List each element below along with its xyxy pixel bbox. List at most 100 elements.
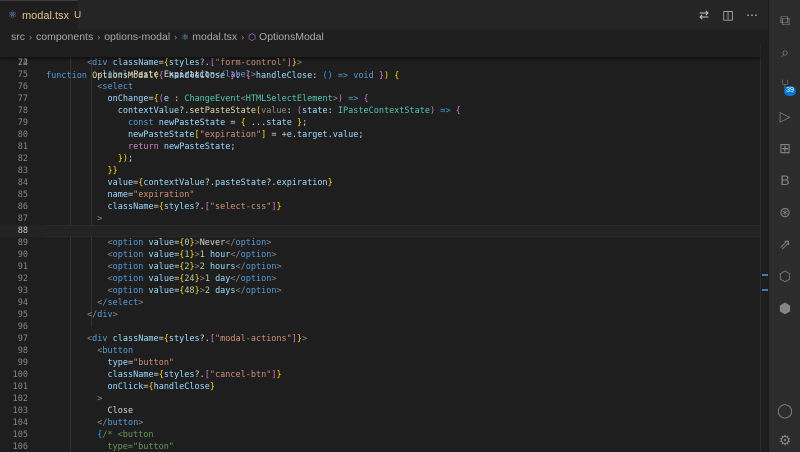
line-number: 105	[12, 430, 28, 440]
code-text: {/* <button	[97, 430, 154, 440]
breadcrumb: src › components › options-modal › ⚛ mod…	[0, 30, 768, 44]
breadcrumb-item-options-modal[interactable]: options-modal	[104, 31, 170, 43]
symbol-function-icon: ⬡	[248, 31, 257, 42]
code-text: onChange={(e : ChangeEvent<HTMLSelectEle…	[107, 94, 369, 104]
code-text: className={styles?.["cancel-btn"]}	[107, 370, 282, 380]
code-text: >	[97, 394, 103, 404]
search-icon[interactable]: ⌕	[769, 38, 800, 66]
editor-area[interactable]: ⚛ modal.tsx U ⇄ ◫ ⋯ src › components › o…	[0, 0, 768, 452]
code-line[interactable]: 92 <option value={24}>1 day</option>	[0, 273, 760, 285]
vertical-scrollbar[interactable]	[760, 44, 768, 452]
breadcrumb-item-symbol[interactable]: OptionsModal	[259, 31, 324, 43]
explorer-icon[interactable]: ⧉	[769, 6, 800, 34]
code-line[interactable]: 102 >	[0, 393, 760, 405]
code-text: contextValue?.setPasteState(value: (stat…	[117, 106, 461, 116]
line-number: 88	[17, 226, 28, 236]
code-line[interactable]: 86 className={styles?.["select-css"]}	[0, 201, 760, 213]
code-line[interactable]: 84 value={contextValue?.pasteState?.expi…	[0, 177, 760, 189]
code-line[interactable]: 99 type="button"	[0, 357, 760, 369]
code-line[interactable]: 104 </button>	[0, 417, 760, 429]
line-number: 86	[17, 202, 28, 212]
compare-changes-icon[interactable]: ⇄	[696, 8, 712, 22]
code-text: return newPasteState;	[128, 142, 236, 152]
code-line[interactable]: 81 return newPasteState;	[0, 141, 760, 153]
code-line[interactable]: 88	[0, 225, 760, 237]
react-tsx-icon: ⚛	[8, 10, 17, 21]
code-text: <button	[97, 346, 134, 356]
code-line[interactable]: 93 <option value={48}>2 days</option>	[0, 285, 760, 297]
code-line[interactable]: 96	[0, 321, 760, 333]
code-text: Close	[107, 406, 134, 416]
code-line[interactable]: 83 }}	[0, 165, 760, 177]
line-number: 91	[17, 262, 28, 272]
tab-label: modal.tsx	[21, 9, 70, 22]
code-text: const newPasteState = { ...state };	[128, 118, 308, 128]
line-number: 92	[17, 274, 28, 284]
code-line[interactable]: 91 <option value={2}>2 hours</option>	[0, 261, 760, 273]
sticky-scroll-header[interactable]: 22 function OptionsModal({ handleClose }…	[0, 44, 760, 81]
code-text: <option value={0}>Never</option>	[107, 238, 272, 248]
extensions-icon[interactable]: ⊞	[769, 134, 800, 162]
line-number: 96	[17, 322, 28, 332]
code-line[interactable]: 82 });	[0, 153, 760, 165]
tab-modal-tsx[interactable]: ⚛ modal.tsx U	[0, 0, 81, 30]
source-control-icon[interactable]: ⑂ 39	[769, 70, 800, 98]
line-number: 104	[12, 418, 28, 428]
code-line[interactable]: 85 name="expiration"	[0, 189, 760, 201]
breadcrumb-item-file[interactable]: modal.tsx	[192, 31, 237, 43]
split-editor-icon[interactable]: ◫	[720, 8, 736, 22]
code-text: >	[97, 214, 103, 224]
line-number: 99	[17, 358, 28, 368]
code-text: function OptionsModal({ handleClose }: {…	[46, 71, 400, 81]
chevron-right-icon: ›	[29, 32, 32, 42]
git-graph-icon[interactable]: ⊛	[769, 198, 800, 226]
line-number: 78	[17, 106, 28, 116]
code-line[interactable]: 89 <option value={0}>Never</option>	[0, 237, 760, 249]
code-line[interactable]: 94 </select>	[0, 297, 760, 309]
code-text: type="button"	[46, 442, 174, 452]
code-content[interactable]: 74 <div className={styles?.["form-contro…	[0, 57, 760, 452]
line-number: 103	[12, 406, 28, 416]
code-line[interactable]: 100 className={styles?.["cancel-btn"]}	[0, 369, 760, 381]
code-line[interactable]: 95 </div>	[0, 309, 760, 321]
breadcrumb-item-src[interactable]: src	[11, 31, 25, 43]
code-line[interactable]: 74 <div className={styles?.["form-contro…	[0, 57, 760, 69]
line-number: 80	[17, 130, 28, 140]
code-text: value={contextValue?.pasteState?.expirat…	[107, 178, 333, 188]
code-line[interactable]: 103 Close	[0, 405, 760, 417]
code-line[interactable]: 106 type="button"	[0, 441, 760, 452]
line-number: 97	[17, 334, 28, 344]
breadcrumb-item-components[interactable]: components	[36, 31, 93, 43]
code-text: <option value={1}>1 hour</option>	[107, 250, 277, 260]
line-number: 82	[17, 154, 28, 164]
line-number: 102	[12, 394, 28, 404]
code-line[interactable]: 101 onClick={handleClose}	[0, 381, 760, 393]
activity-bar: ⧉ ⌕ ⑂ 39 ▷ ⊞ B ⊛ ⇗ ⬡ ⬢ ◯ ⚙	[768, 0, 800, 452]
more-actions-icon[interactable]: ⋯	[744, 8, 760, 22]
chevron-right-icon: ›	[241, 32, 245, 42]
deploy-icon[interactable]: ⬢	[769, 294, 800, 322]
line-number: 101	[12, 382, 28, 392]
sticky-code-line[interactable]: 22 function OptionsModal({ handleClose }…	[0, 44, 760, 81]
code-line[interactable]: 97 <div className={styles?.["modal-actio…	[0, 333, 760, 345]
run-debug-icon[interactable]: ▷	[769, 102, 800, 130]
chevron-right-icon: ›	[174, 32, 178, 42]
code-line[interactable]: 98 <button	[0, 345, 760, 357]
settings-gear-icon[interactable]: ⚙	[769, 426, 800, 452]
code-text: newPasteState["expiration"] = +e.target.…	[128, 130, 364, 140]
code-text: });	[117, 154, 134, 164]
code-line[interactable]: 105 {/* <button	[0, 429, 760, 441]
code-line[interactable]: 80 newPasteState["expiration"] = +e.targ…	[0, 129, 760, 141]
code-line[interactable]: 78 contextValue?.setPasteState(value: (s…	[0, 105, 760, 117]
code-text: <div className={styles?.["modal-actions"…	[87, 334, 308, 344]
account-icon[interactable]: ◯	[769, 396, 800, 424]
bootstrap-icon[interactable]: B	[769, 166, 800, 194]
code-line[interactable]: 90 <option value={1}>1 hour</option>	[0, 249, 760, 261]
code-line[interactable]: 87 >	[0, 213, 760, 225]
remote-share-icon[interactable]: ⇗	[769, 230, 800, 258]
containers-icon[interactable]: ⬡	[769, 262, 800, 290]
line-number: 100	[12, 370, 28, 380]
code-line[interactable]: 79 const newPasteState = { ...state };	[0, 117, 760, 129]
code-text: </div>	[87, 310, 118, 320]
code-line[interactable]: 77 onChange={(e : ChangeEvent<HTMLSelect…	[0, 93, 760, 105]
